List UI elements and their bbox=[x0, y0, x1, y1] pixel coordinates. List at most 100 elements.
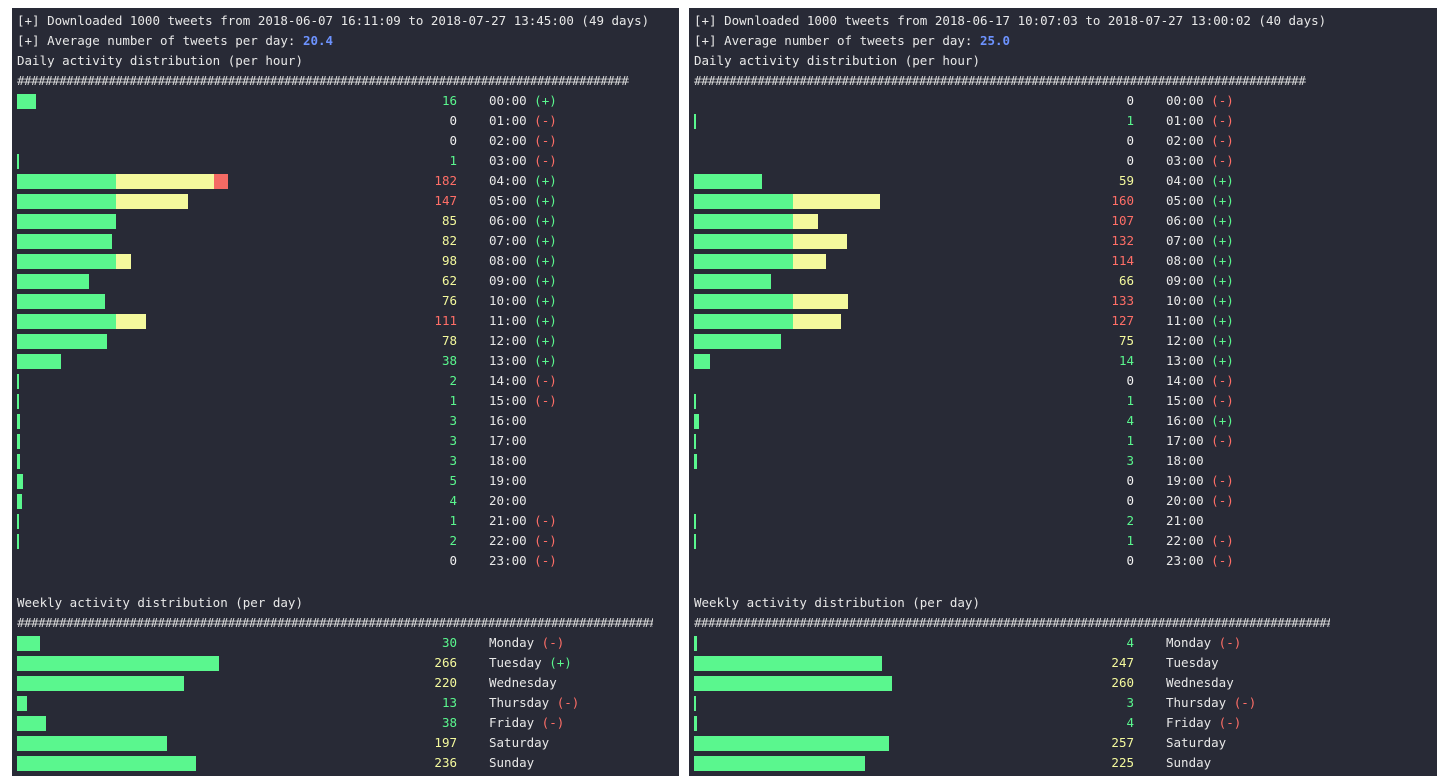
row-count: 133 bbox=[1111, 293, 1134, 308]
row-count: 0 bbox=[1126, 373, 1134, 388]
row-count: 0 bbox=[1126, 493, 1134, 508]
row-label: 06:00 (+) bbox=[1166, 211, 1234, 231]
row-label-text: 11:00 bbox=[489, 313, 527, 328]
hourly-row: 133 10:00 (+) bbox=[689, 291, 1437, 311]
bar-segment-low bbox=[694, 334, 781, 349]
row-label-text: Thursday bbox=[1166, 695, 1227, 710]
row-count: 147 bbox=[434, 193, 457, 208]
row-label: 03:00 (-) bbox=[1166, 151, 1234, 171]
row-label-text: Tuesday bbox=[1166, 655, 1219, 670]
row-label-text: 23:00 bbox=[489, 553, 527, 568]
hourly-row: 1 03:00 (-) bbox=[12, 151, 679, 171]
hourly-row: 0 03:00 (-) bbox=[689, 151, 1437, 171]
row-count: 13 bbox=[441, 695, 457, 710]
row-label: 07:00 (+) bbox=[1166, 231, 1234, 251]
row-label-text: 20:00 bbox=[1166, 493, 1204, 508]
row-count: 0 bbox=[1126, 553, 1134, 568]
row-label: 23:00 (-) bbox=[489, 551, 557, 571]
bar-segment-low bbox=[17, 234, 113, 249]
bar-segment-mid bbox=[792, 194, 880, 209]
row-mark: (+) bbox=[1203, 313, 1234, 328]
bar-segment-mid bbox=[115, 314, 146, 329]
hourly-row: 0 01:00 (-) bbox=[12, 111, 679, 131]
row-count: 75 bbox=[1118, 333, 1134, 348]
hourly-row: 114 08:00 (+) bbox=[689, 251, 1437, 271]
row-mark: (+) bbox=[1203, 233, 1234, 248]
hourly-row: 0 02:00 (-) bbox=[689, 131, 1437, 151]
row-label-text: 18:00 bbox=[489, 453, 527, 468]
bar-segment-low bbox=[694, 114, 696, 129]
row-label: 19:00 (-) bbox=[1166, 471, 1234, 491]
row-label-text: 09:00 bbox=[1166, 273, 1204, 288]
row-mark: (+) bbox=[526, 293, 557, 308]
daily-separator: ########################################… bbox=[694, 73, 1306, 88]
row-label-text: 14:00 bbox=[1166, 373, 1204, 388]
row-label-text: 22:00 bbox=[1166, 533, 1204, 548]
row-label-text: 03:00 bbox=[489, 153, 527, 168]
bar-segment-low bbox=[17, 494, 22, 509]
row-label-text: Saturday bbox=[1166, 735, 1227, 750]
bar-segment-low bbox=[17, 214, 116, 229]
bar-segment-low bbox=[17, 414, 21, 429]
hourly-row: 182 04:00 (+) bbox=[12, 171, 679, 191]
bar-segment-low bbox=[694, 514, 697, 529]
row-count: 82 bbox=[441, 233, 457, 248]
row-count: 0 bbox=[449, 113, 457, 128]
bar-segment-low bbox=[17, 374, 20, 389]
bar-segment-low bbox=[17, 736, 167, 751]
row-label-text: 00:00 bbox=[489, 93, 527, 108]
row-mark: (+) bbox=[1203, 213, 1234, 228]
row-label: 10:00 (+) bbox=[1166, 291, 1234, 311]
row-count: 62 bbox=[441, 273, 457, 288]
bar-segment-low bbox=[694, 314, 793, 329]
row-count: 0 bbox=[1126, 153, 1134, 168]
row-count: 30 bbox=[441, 635, 457, 650]
row-count: 2 bbox=[449, 373, 457, 388]
hourly-row: 0 23:00 (-) bbox=[689, 551, 1437, 571]
row-count: 225 bbox=[1111, 755, 1134, 770]
bar-segment-low bbox=[694, 354, 711, 369]
row-label-text: 17:00 bbox=[489, 433, 527, 448]
hourly-row: 2 14:00 (-) bbox=[12, 371, 679, 391]
hourly-row: 3 17:00 bbox=[12, 431, 679, 451]
row-label-text: 16:00 bbox=[489, 413, 527, 428]
row-label-text: 04:00 bbox=[489, 173, 527, 188]
row-count: 257 bbox=[1111, 735, 1134, 750]
bar-segment-low bbox=[694, 294, 793, 309]
row-mark: (+) bbox=[526, 233, 557, 248]
row-count: 1 bbox=[449, 513, 457, 528]
bar-segment-low bbox=[694, 234, 793, 249]
row-label-text: 09:00 bbox=[489, 273, 527, 288]
row-label: 01:00 (-) bbox=[1166, 111, 1234, 131]
row-mark: (-) bbox=[526, 113, 557, 128]
bar-segment-mid bbox=[115, 194, 188, 209]
row-count: 1 bbox=[1126, 533, 1134, 548]
weekly-row: 30 Monday (-) bbox=[12, 633, 679, 653]
row-label-text: 04:00 bbox=[1166, 173, 1204, 188]
row-mark: (-) bbox=[1211, 635, 1242, 650]
row-label: 10:00 (+) bbox=[489, 291, 557, 311]
row-count: 236 bbox=[434, 755, 457, 770]
bar-segment-low bbox=[694, 434, 696, 449]
row-mark: (+) bbox=[1203, 353, 1234, 368]
row-count: 266 bbox=[434, 655, 457, 670]
hourly-row: 111 11:00 (+) bbox=[12, 311, 679, 331]
row-mark: (+) bbox=[541, 655, 572, 670]
row-mark: (+) bbox=[526, 353, 557, 368]
bar-segment-low bbox=[694, 454, 698, 469]
bar-segment-low bbox=[694, 696, 697, 711]
row-mark: (+) bbox=[1203, 293, 1234, 308]
row-count: 107 bbox=[1111, 213, 1134, 228]
download-summary: [+] Downloaded 1000 tweets from 2018-06-… bbox=[694, 13, 1327, 28]
row-mark: (-) bbox=[549, 695, 580, 710]
row-label-text: 17:00 bbox=[1166, 433, 1204, 448]
row-label-text: 21:00 bbox=[1166, 513, 1204, 528]
average-value: 20.4 bbox=[302, 33, 334, 48]
row-count: 114 bbox=[1111, 253, 1134, 268]
bar-segment-low bbox=[17, 656, 220, 671]
row-label-text: 03:00 bbox=[1166, 153, 1204, 168]
daily-separator: ########################################… bbox=[17, 73, 629, 88]
row-count: 5 bbox=[449, 473, 457, 488]
row-label-text: 12:00 bbox=[1166, 333, 1204, 348]
row-label-text: Sunday bbox=[489, 755, 535, 770]
